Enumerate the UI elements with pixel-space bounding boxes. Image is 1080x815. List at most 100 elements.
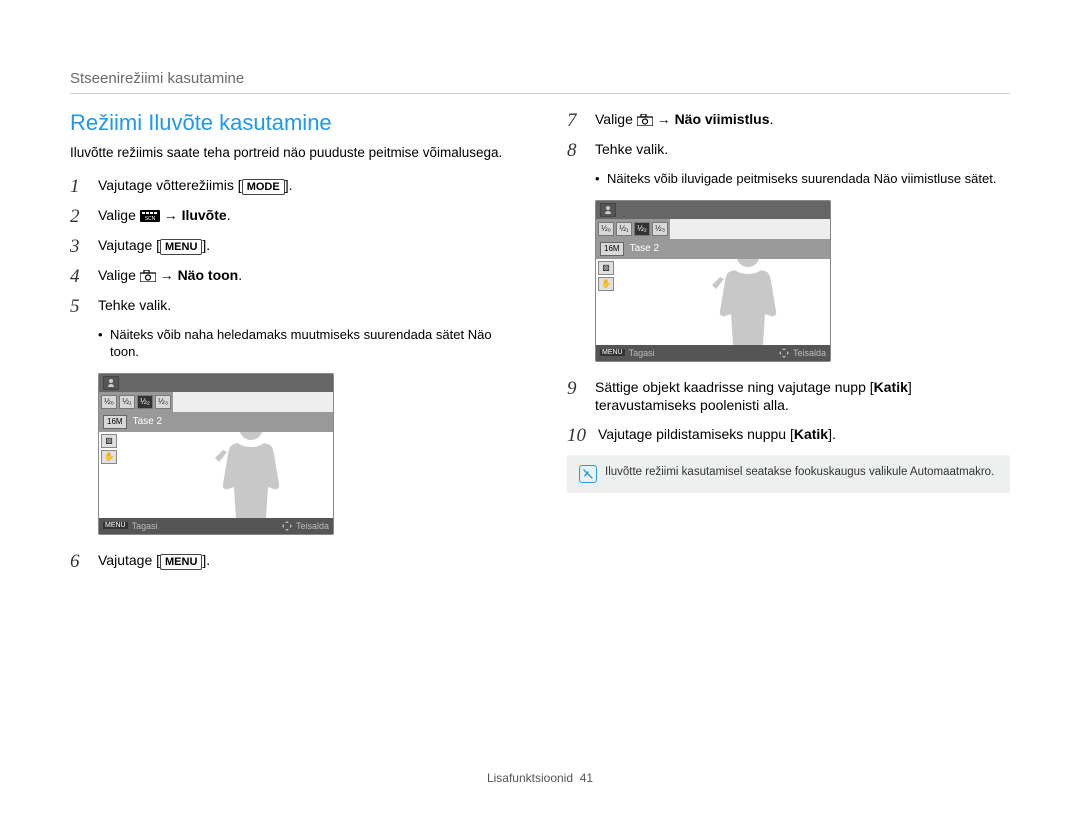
step-text: .	[227, 207, 231, 223]
step-num: 7	[567, 111, 583, 130]
scene-icon: SCN	[140, 210, 160, 222]
page-rule	[70, 93, 1010, 94]
step-text: Vajutage [	[98, 237, 160, 253]
footer-left-text: Tagasi	[629, 348, 655, 358]
step-num: 3	[70, 237, 86, 256]
step-num: 8	[567, 141, 583, 160]
step-body: Tehke valik.	[98, 296, 513, 315]
level-icon-selected: ½₂	[634, 222, 650, 236]
screen-footer: MENU Tagasi Teisalda	[99, 518, 333, 534]
level-icons: ½₀ ½₁ ½₂ ½₃	[596, 219, 670, 239]
svg-text:SCN: SCN	[145, 216, 156, 222]
step-num: 4	[70, 267, 86, 286]
screen-tase-row: 16M Tase 2	[596, 239, 830, 259]
top-icon	[103, 376, 119, 390]
mode-button-label: MODE	[242, 179, 285, 196]
bullet-dot: •	[595, 170, 601, 188]
side-icon: ▧	[101, 434, 117, 448]
step-6: 6 Vajutage [MENU].	[70, 551, 513, 571]
page-footer: Lisafunktsioonid 41	[0, 771, 1080, 785]
size-pill: 16M	[103, 415, 127, 429]
screen-footer: MENU Tagasi Teisalda	[596, 345, 830, 361]
screen-body: ▧ ✋	[99, 432, 333, 518]
step-body: Vajutage pildistamiseks nuppu [Katik].	[598, 425, 1010, 444]
step-num: 1	[70, 177, 86, 196]
side-icon: ▧	[598, 261, 614, 275]
step-bold: Iluvõte	[182, 207, 227, 223]
step-10: 10 Vajutage pildistamiseks nuppu [Katik]…	[567, 425, 1010, 445]
step-num: 6	[70, 552, 86, 571]
side-icon: ✋	[101, 450, 117, 464]
step-body: Valige SCN → Iluvõte.	[98, 206, 513, 225]
info-icon	[579, 465, 597, 483]
dpad-icon	[282, 521, 292, 531]
step-8-sub: • Näiteks võib iluvigade peitmiseks suur…	[595, 170, 1010, 188]
step-body: Vajutage [MENU].	[98, 551, 513, 571]
step-body: Valige → Näo viimistlus.	[595, 110, 1010, 129]
screen-top-bar	[99, 374, 333, 392]
step-body: Valige → Näo toon.	[98, 266, 513, 285]
screen-body: ▧ ✋	[596, 259, 830, 345]
camera-icon	[140, 270, 156, 282]
top-icon	[600, 203, 616, 217]
step-body: Tehke valik.	[595, 140, 1010, 159]
screen-level-row: ½₀ ½₁ ½₂ ½₃	[99, 392, 333, 412]
sub-bullet: • Näiteks võib iluvigade peitmiseks suur…	[595, 170, 1010, 188]
step-body: Vajutage võtterežiimis [MODE].	[98, 176, 513, 196]
step-text: Valige	[595, 111, 637, 127]
arrow: →	[160, 267, 174, 283]
footer-menu-tag: MENU	[600, 349, 625, 356]
step-bold: Katik	[794, 426, 828, 442]
screen-tase-row: 16M Tase 2	[99, 412, 333, 432]
menu-button-label: MENU	[160, 554, 202, 571]
footer-page-num: 41	[580, 771, 593, 785]
camera-icon	[637, 114, 653, 126]
info-text: Iluvõtte režiimi kasutamisel seatakse fo…	[605, 465, 994, 479]
level-icon: ½₃	[652, 222, 668, 236]
footer-menu-tag: MENU	[103, 522, 128, 529]
side-icon: ✋	[598, 277, 614, 291]
sub-text: Näiteks võib naha heledamaks muutmiseks …	[110, 326, 513, 361]
tase-label: Tase 2	[630, 243, 659, 254]
step-body: Vajutage [MENU].	[98, 236, 513, 256]
step-9: 9 Sättige objekt kaadrisse ning vajutage…	[567, 378, 1010, 416]
arrow: →	[657, 111, 671, 127]
step-num: 9	[567, 379, 583, 398]
step-8: 8 Tehke valik.	[567, 140, 1010, 160]
step-4: 4 Valige → Näo toon.	[70, 266, 513, 286]
info-box: Iluvõtte režiimi kasutamisel seatakse fo…	[567, 455, 1010, 493]
level-icon: ½₀	[101, 395, 117, 409]
step-bold: Katik	[874, 379, 908, 395]
tase-label: Tase 2	[133, 416, 162, 427]
screen-side-icons: ▧ ✋	[101, 434, 117, 464]
step-body: Sättige objekt kaadrisse ning vajutage n…	[595, 378, 1010, 416]
level-icon-selected: ½₂	[137, 395, 153, 409]
footer-label: Lisafunktsioonid	[487, 771, 573, 785]
step-1: 1 Vajutage võtterežiimis [MODE].	[70, 176, 513, 196]
step-num: 2	[70, 207, 86, 226]
level-icon: ½₀	[598, 222, 614, 236]
step-text: .	[238, 267, 242, 283]
camera-screen-right: ½₀ ½₁ ½₂ ½₃ 16M Tase 2 ▧ ✋ M	[595, 200, 831, 362]
arrow: →	[164, 207, 178, 223]
menu-button-label: MENU	[160, 239, 202, 256]
bullet-dot: •	[98, 326, 104, 361]
level-icon: ½₃	[155, 395, 171, 409]
intro-text: Iluvõtte režiimis saate teha portreid nä…	[70, 144, 513, 162]
screen-top-bar	[596, 201, 830, 219]
footer-left-text: Tagasi	[132, 521, 158, 531]
person-silhouette	[211, 432, 291, 518]
step-text: ].	[828, 426, 836, 442]
dpad-icon	[779, 348, 789, 358]
step-text: Valige	[98, 267, 140, 283]
level-icon: ½₁	[119, 395, 135, 409]
footer-right-text: Teisalda	[793, 348, 826, 358]
step-3: 3 Vajutage [MENU].	[70, 236, 513, 256]
step-text: Vajutage pildistamiseks nuppu [	[598, 426, 794, 442]
step-num: 5	[70, 297, 86, 316]
step-num: 10	[567, 426, 586, 445]
left-column: Režiimi Iluvõte kasutamine Iluvõtte reži…	[70, 110, 513, 581]
step-2: 2 Valige SCN → Iluvõte.	[70, 206, 513, 226]
level-icons: ½₀ ½₁ ½₂ ½₃	[99, 392, 173, 412]
step-5-sub: • Näiteks võib naha heledamaks muutmisek…	[98, 326, 513, 361]
